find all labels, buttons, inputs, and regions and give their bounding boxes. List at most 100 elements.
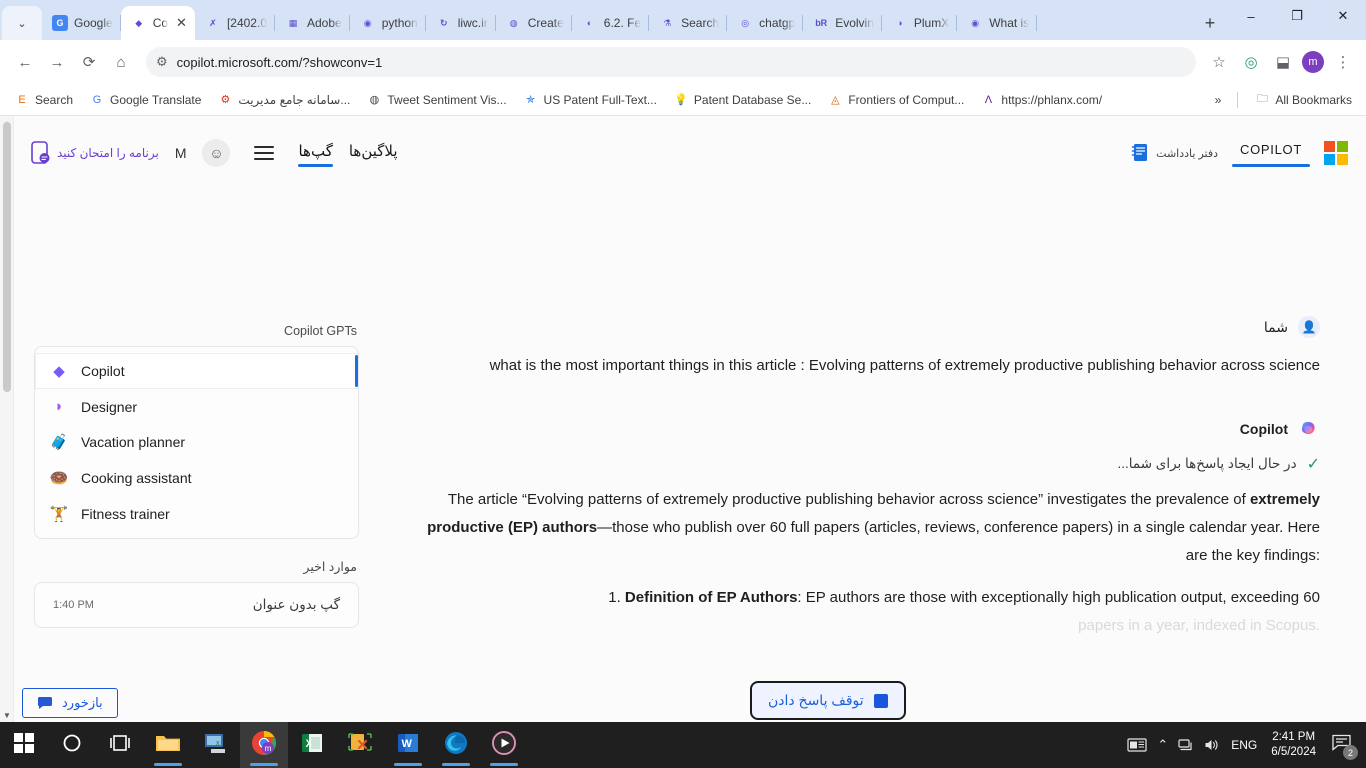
microsoft-excel[interactable]: X: [288, 722, 336, 768]
tab-close-icon[interactable]: ✕: [176, 15, 187, 31]
profile-avatar[interactable]: m: [1302, 51, 1324, 73]
gpt-item[interactable]: Vacation planner 🧳: [35, 424, 358, 460]
feedback-button[interactable]: بازخورد: [22, 688, 118, 718]
svg-text:m: m: [265, 744, 272, 753]
file-explorer[interactable]: [144, 722, 192, 768]
all-bookmarks-button[interactable]: 🗀 All Bookmarks: [1248, 89, 1358, 111]
browser-tab[interactable]: ◑ PlumX: [882, 6, 958, 40]
notification-center-button[interactable]: 2: [1330, 734, 1360, 760]
browser-tab[interactable]: G Google: [42, 6, 121, 40]
browser-tab[interactable]: ◉ python: [350, 6, 426, 40]
reload-button[interactable]: ⟳: [74, 47, 104, 77]
bookmark-item[interactable]: ⚙ سامانه جامع مدیریت...: [211, 89, 356, 111]
gpt-item[interactable]: Copilot ◆: [35, 353, 358, 389]
extension-icon-2[interactable]: ⬓: [1270, 49, 1296, 75]
bookmark-item[interactable]: 💡 Patent Database Se...: [667, 89, 817, 111]
app-tools[interactable]: [336, 722, 384, 768]
try-app-banner[interactable]: برنامه را امتحان کنید: [30, 141, 159, 165]
bookmark-item[interactable]: ◍ Tweet Sentiment Vis...: [360, 89, 512, 111]
bookmark-favicon-icon: E: [18, 93, 26, 106]
bookmark-item[interactable]: ◬ Frontiers of Comput...: [821, 89, 970, 111]
start-button[interactable]: [0, 722, 48, 768]
tab-plugins[interactable]: پلاگین‌ها: [349, 142, 398, 165]
google-chrome[interactable]: m: [240, 722, 288, 768]
bot-name-label: Copilot: [1239, 421, 1288, 437]
account-initial[interactable]: M: [175, 145, 187, 161]
page-scrollbar[interactable]: ▲ ▼: [0, 116, 14, 722]
clock-time: 2:41 PM: [1272, 731, 1316, 743]
remote-desktop[interactable]: x: [192, 722, 240, 768]
gpt-item[interactable]: Designer ◗: [35, 389, 358, 424]
donut-icon: 🍩: [49, 470, 69, 487]
stop-square-icon: [873, 693, 888, 708]
svg-text:x: x: [216, 740, 220, 747]
mobile-app-icon: [31, 141, 50, 164]
media-player[interactable]: [480, 722, 528, 768]
microsoft-logo[interactable]: [1324, 141, 1348, 165]
back-button[interactable]: ←: [10, 47, 40, 77]
new-tab-button[interactable]: +: [1196, 9, 1224, 37]
tab-search-chevron-icon[interactable]: ⌄: [2, 6, 42, 40]
cortana-button[interactable]: [48, 722, 96, 768]
microsoft-word[interactable]: W: [384, 722, 432, 768]
minimize-button[interactable]: –: [1228, 0, 1274, 32]
google-translate-icon: G: [52, 15, 68, 31]
notification-badge: 2: [1343, 745, 1358, 760]
bookmarks-overflow-button[interactable]: »: [1209, 90, 1228, 110]
tab-title: Adobe: [307, 16, 342, 30]
volume-icon[interactable]: [1204, 738, 1221, 752]
scroll-down-arrow-icon[interactable]: ▼: [0, 708, 14, 722]
notebook-button[interactable]: دفتر یادداشت: [1131, 143, 1218, 163]
tab-chats[interactable]: گپ‌ها: [298, 142, 334, 167]
browser-tab[interactable]: ◆ Co ✕: [120, 6, 195, 40]
browser-tab[interactable]: ◎ chatgp: [727, 6, 804, 40]
close-button[interactable]: ✕: [1320, 0, 1366, 32]
bookmark-label: سامانه جامع مدیریت...: [238, 92, 351, 107]
tab-title: Search: [681, 16, 720, 30]
maximize-button[interactable]: ❐: [1274, 0, 1320, 32]
browser-tab[interactable]: ✗ [2402.0: [195, 6, 276, 40]
bookmark-label: US Patent Full-Text...: [543, 92, 657, 107]
bookmark-item[interactable]: E Search: [8, 89, 79, 111]
show-hidden-icons-chevron[interactable]: ⌃: [1157, 737, 1168, 753]
bookmark-item[interactable]: ✯ US Patent Full-Text...: [517, 89, 663, 111]
scrollbar-thumb[interactable]: [3, 122, 11, 392]
browser-tab[interactable]: ▦ Adobe: [275, 6, 350, 40]
tab-title: 6.2. Fe: [603, 16, 642, 30]
forward-button[interactable]: →: [42, 47, 72, 77]
hamburger-icon[interactable]: [254, 146, 275, 160]
language-indicator[interactable]: ENG: [1231, 738, 1257, 752]
tab-title: python: [381, 16, 418, 30]
browser-tab[interactable]: ◍ Create: [496, 6, 572, 40]
person-icon[interactable]: ☺: [202, 139, 231, 167]
windows-taskbar: x m X W ⌃ ENG 2:41 PM 6/5/2024 2: [0, 722, 1366, 768]
gpt-item[interactable]: Fitness trainer 🏋: [35, 496, 358, 532]
stop-responding-button[interactable]: توقف پاسخ دادن: [750, 681, 906, 720]
network-icon[interactable]: [1178, 738, 1194, 752]
browser-tab[interactable]: ↻ liwc.ir: [426, 6, 496, 40]
gpts-list: Copilot ◆ Designer ◗ Vacation planner 🧳 Cookin…: [34, 346, 359, 539]
recent-chat-item[interactable]: گپ بدون عنوان 1:40 PM: [35, 583, 358, 627]
tab-copilot[interactable]: COPILOT: [1232, 142, 1310, 167]
site-settings-icon[interactable]: ⚙: [156, 54, 168, 70]
generating-status: ✓ در حال ایجاد پاسخ‌ها برای شما...: [420, 454, 1320, 474]
bookmark-item[interactable]: Λhttps://phlanx.com/: [974, 89, 1108, 111]
gpt-item[interactable]: Cooking assistant 🍩: [35, 460, 358, 496]
browser-tab[interactable]: ⚗ Search: [649, 6, 728, 40]
news-icon[interactable]: [1127, 737, 1147, 753]
list-item-faded-line: papers in a year, indexed in Scopus.: [1078, 617, 1320, 634]
header-left-group: پلاگین‌ها گپ‌ها ☺ M برنامه را امتحان کنی…: [30, 139, 398, 167]
browser-tab[interactable]: ◉ What is: [957, 6, 1038, 40]
bookmark-star-icon[interactable]: ☆: [1206, 49, 1232, 75]
browser-tab[interactable]: bR Evolvin: [803, 6, 882, 40]
home-button[interactable]: ⌂: [106, 47, 136, 77]
chrome-menu-button[interactable]: ⋮: [1330, 49, 1356, 75]
task-view-button[interactable]: [96, 722, 144, 768]
microsoft-edge[interactable]: [432, 722, 480, 768]
bookmark-item[interactable]: G Google Translate: [83, 89, 207, 111]
browser-tab[interactable]: ◐ 6.2. Fe: [572, 6, 650, 40]
extension-icon-1[interactable]: ◎: [1238, 49, 1264, 75]
address-bar[interactable]: ⚙ copilot.microsoft.com/?showconv=1: [146, 47, 1196, 77]
clock[interactable]: 2:41 PM 6/5/2024: [1267, 730, 1320, 760]
windows-logo: [13, 732, 35, 759]
